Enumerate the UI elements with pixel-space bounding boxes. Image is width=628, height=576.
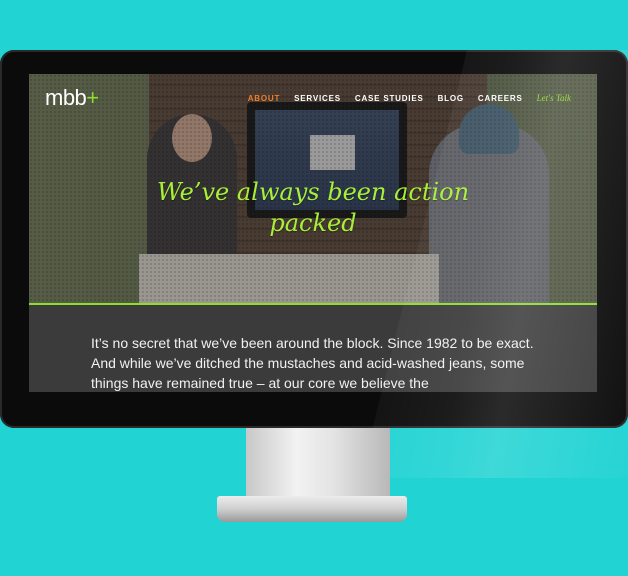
nav-item-careers[interactable]: CAREERS bbox=[478, 94, 523, 103]
nav-cta-lets-talk[interactable]: Let's Talk bbox=[537, 93, 571, 103]
website-screen: mbb+ ABOUT SERVICES CASE STUDIES BLOG CA… bbox=[29, 74, 597, 392]
site-logo[interactable]: mbb+ bbox=[45, 85, 99, 111]
logo-plus-icon: + bbox=[86, 85, 99, 110]
site-nav: mbb+ ABOUT SERVICES CASE STUDIES BLOG CA… bbox=[29, 74, 597, 122]
hero-title: We’ve always been action packed bbox=[29, 177, 597, 239]
hero-title-line-1: We’ve always been action bbox=[156, 178, 470, 206]
monitor-frame: mbb+ ABOUT SERVICES CASE STUDIES BLOG CA… bbox=[0, 50, 628, 478]
hero-title-line-2: packed bbox=[269, 209, 357, 237]
nav-item-about[interactable]: ABOUT bbox=[248, 94, 280, 103]
nav-item-case-studies[interactable]: CASE STUDIES bbox=[355, 94, 424, 103]
nav-item-services[interactable]: SERVICES bbox=[294, 94, 341, 103]
intro-paragraph: It’s no secret that we’ve been around th… bbox=[91, 335, 534, 391]
green-divider bbox=[29, 303, 597, 305]
nav-menu: ABOUT SERVICES CASE STUDIES BLOG CAREERS… bbox=[248, 93, 571, 103]
monitor-base bbox=[217, 496, 407, 522]
nav-item-blog[interactable]: BLOG bbox=[438, 94, 464, 103]
logo-text: mbb bbox=[45, 85, 87, 110]
monitor-stand bbox=[246, 428, 390, 500]
